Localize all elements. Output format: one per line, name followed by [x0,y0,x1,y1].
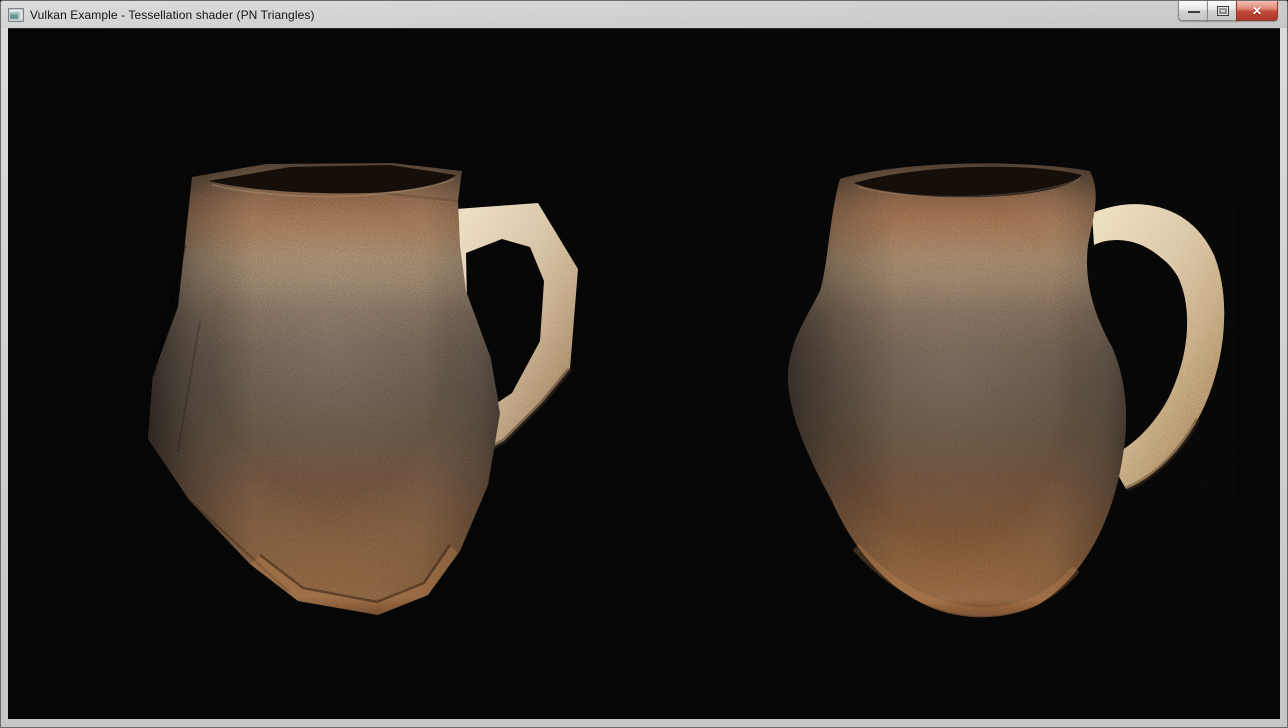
titlebar[interactable]: Vulkan Example - Tessellation shader (PN… [1,1,1287,28]
render-viewport[interactable] [8,28,1280,719]
maximize-icon [1217,6,1229,16]
close-icon: ✕ [1252,4,1262,18]
maximize-button[interactable] [1207,1,1237,21]
app-window: Vulkan Example - Tessellation shader (PN… [0,0,1288,728]
window-controls: ✕ [1178,1,1278,21]
close-button[interactable]: ✕ [1236,1,1278,21]
jug-left-untessellated [140,151,600,621]
minimize-icon [1188,11,1200,14]
window-title: Vulkan Example - Tessellation shader (PN… [30,8,315,22]
application-icon [8,7,24,23]
minimize-button[interactable] [1178,1,1208,21]
jug-right-tessellated [770,149,1235,626]
